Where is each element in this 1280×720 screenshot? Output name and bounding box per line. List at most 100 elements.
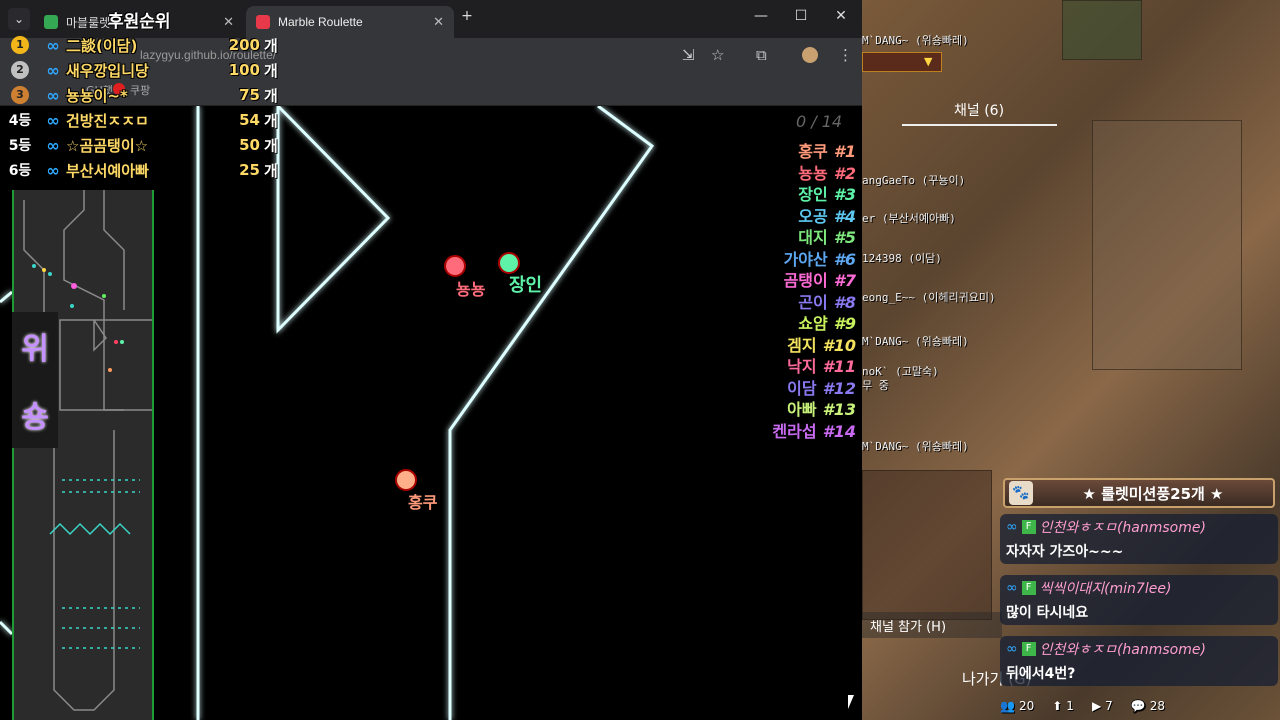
result-rank: #9 bbox=[833, 314, 856, 333]
install-icon[interactable]: ⇲ bbox=[682, 46, 695, 64]
result-row: 홍쿠 #1 bbox=[772, 138, 856, 161]
dropdown-arrow-icon[interactable]: ▼ bbox=[924, 55, 932, 68]
chat-user-line[interactable]: M`DANG~ (위숑빠레) bbox=[862, 333, 969, 349]
result-rank: #14 bbox=[822, 421, 856, 441]
medal-icon: 2 bbox=[11, 61, 29, 79]
ranking-row: 4등 ∞ 건방진ㅈㅈㅁ 54 개 bbox=[0, 108, 278, 132]
stat-value: 7 bbox=[1105, 699, 1113, 713]
ranking-row: 2 ∞ 새우깡입니당 100 개 bbox=[0, 58, 278, 82]
result-name: 낙지 bbox=[787, 357, 817, 376]
wall-line bbox=[0, 290, 13, 304]
donor-name: 새우깡입니당 bbox=[66, 61, 149, 80]
result-name: 켄라섭 bbox=[772, 421, 817, 441]
chat-user-line[interactable]: M`DANG~ (위숑빠레) bbox=[862, 438, 969, 454]
fan-badge-icon: F bbox=[1021, 581, 1036, 595]
result-name: 오공 bbox=[798, 206, 828, 226]
chat-message: ∞ F 인천와ㅎㅈㅁ(hanmsome) 자자자 가즈아~~~ bbox=[1000, 514, 1278, 564]
tab-favicon-icon bbox=[256, 15, 270, 29]
chat-username[interactable]: 인천와ㅎㅈㅁ(hanmsome) bbox=[1040, 639, 1206, 659]
result-name: 장인 bbox=[798, 185, 828, 204]
new-tab-button[interactable]: + bbox=[452, 8, 482, 24]
infinity-badge-icon: ∞ bbox=[46, 85, 60, 105]
result-rank: #8 bbox=[833, 292, 856, 312]
result-name: 뇽뇽 bbox=[798, 163, 828, 183]
decor-plate bbox=[862, 470, 992, 620]
mouse-cursor-icon bbox=[848, 695, 854, 709]
result-row: 쇼얌 #9 bbox=[772, 310, 856, 333]
chat-user-line[interactable]: angGaeTo (꾸뇽이) bbox=[862, 172, 965, 188]
ranking-position: 2 bbox=[0, 61, 40, 79]
result-rank: #5 bbox=[833, 228, 856, 247]
donation-unit: 개 bbox=[264, 36, 278, 55]
infinity-badge-icon: ∞ bbox=[46, 135, 60, 155]
extensions-icon[interactable]: ⧉ bbox=[756, 46, 767, 64]
result-name: 쇼얌 bbox=[798, 314, 828, 333]
donation-unit: 개 bbox=[264, 111, 278, 130]
chevron-down-icon: ⌄ bbox=[13, 12, 25, 26]
stat-item: ⬆ 1 bbox=[1052, 699, 1074, 713]
ranking-row: 1 ∞ 二談(이담) 200 개 bbox=[0, 33, 278, 57]
marble-label: 홍쿠 bbox=[408, 493, 438, 512]
medal-icon: 3 bbox=[11, 86, 29, 104]
result-row: 낙지 #11 bbox=[772, 353, 856, 376]
tab-label: 마블룰렛 bbox=[66, 15, 111, 30]
tab-favicon-icon bbox=[44, 15, 58, 29]
decor-plate bbox=[1062, 0, 1142, 60]
channel-tab[interactable]: 채널 (6) bbox=[954, 100, 1004, 120]
fan-badge-icon: F bbox=[1021, 642, 1036, 656]
close-tab-icon[interactable]: ✕ bbox=[223, 14, 234, 30]
result-row: 뇽뇽 #2 bbox=[772, 160, 856, 183]
ranking-position: 5등 bbox=[8, 138, 32, 154]
infinity-badge-icon: ∞ bbox=[1006, 641, 1018, 657]
result-name: 곤이 bbox=[798, 292, 828, 312]
chat-user-line[interactable]: 무 중 bbox=[862, 377, 889, 393]
chat-text: 많이 타시네요 bbox=[1006, 605, 1089, 621]
result-row: 곰탱이 #7 bbox=[772, 267, 856, 290]
donor-name: 二談(이담) bbox=[66, 36, 138, 55]
results-list: 홍쿠 #1 뇽뇽 #2 장인 #3 오공 #4 대지 #5 가야산 #6 곰탱이 #7 곤이 #8 쇼얌 #9 겜지… bbox=[772, 138, 856, 441]
close-window-button[interactable]: ✕ bbox=[826, 8, 856, 24]
ranking-position: 4등 bbox=[8, 113, 32, 129]
profile-avatar[interactable] bbox=[802, 47, 818, 63]
chat-user-line[interactable]: M`DANG~ (위숑빠레) bbox=[862, 32, 969, 48]
chat-user-line[interactable]: eong_E~~ (이헤리귀요미) bbox=[862, 289, 996, 305]
infinity-badge-icon: ∞ bbox=[46, 35, 60, 55]
chat-username[interactable]: 인천와ㅎㅈㅁ(hanmsome) bbox=[1040, 517, 1206, 537]
result-rank: #12 bbox=[822, 378, 856, 398]
stat-item: 💬 28 bbox=[1131, 699, 1165, 713]
tab-search-button[interactable]: ⌄ bbox=[8, 8, 30, 30]
donation-count: 200 bbox=[228, 36, 260, 54]
chat-username[interactable]: 씩씩이대지(min7lee) bbox=[1040, 578, 1172, 598]
stat-item: 👥 20 bbox=[1000, 699, 1034, 713]
chat-user-line[interactable]: er (부산서예아빠) bbox=[862, 210, 956, 226]
infinity-badge-icon: ∞ bbox=[46, 160, 60, 180]
donation-count: 75 bbox=[239, 86, 260, 104]
result-row: 이담 #12 bbox=[772, 375, 856, 398]
maximize-button[interactable]: ☐ bbox=[786, 8, 816, 24]
marble bbox=[395, 469, 417, 491]
chat-text: 자자자 가즈아~~~ bbox=[1006, 544, 1124, 560]
wall-line bbox=[448, 106, 655, 720]
result-row: 아빠 #13 bbox=[772, 396, 856, 419]
donation-count: 54 bbox=[239, 111, 260, 129]
infinity-badge-icon: ∞ bbox=[46, 60, 60, 80]
donation-unit: 개 bbox=[264, 161, 278, 180]
menu-icon[interactable]: ⋮ bbox=[838, 46, 853, 64]
stat-icon: ▶ bbox=[1091, 699, 1102, 713]
join-channel-button[interactable]: 채널 참가 (H) bbox=[862, 612, 1002, 638]
close-tab-icon[interactable]: ✕ bbox=[433, 14, 444, 30]
donor-name: 건방진ㅈㅈㅁ bbox=[66, 111, 149, 130]
donation-count: 100 bbox=[228, 61, 260, 79]
result-name: 가야산 bbox=[783, 249, 828, 269]
chat-user-line[interactable]: 124398 (이담) bbox=[862, 250, 942, 266]
minimize-button[interactable]: — bbox=[746, 8, 776, 24]
donor-name: ☆곰곰탱이☆ bbox=[66, 136, 149, 155]
donor-name: 부산서예아빠 bbox=[66, 161, 149, 180]
result-row: 장인 #3 bbox=[772, 181, 856, 204]
result-row: 대지 #5 bbox=[772, 224, 856, 247]
wall-triangle bbox=[276, 106, 391, 334]
donation-banner: 🐾 ★ 룰렛미션풍25개 ★ bbox=[1003, 478, 1275, 508]
medal-icon: 1 bbox=[11, 36, 29, 54]
ranking-row: 3 ∞ 뇽뇽이~* 75 개 bbox=[0, 83, 278, 107]
star-icon[interactable]: ☆ bbox=[711, 46, 724, 64]
